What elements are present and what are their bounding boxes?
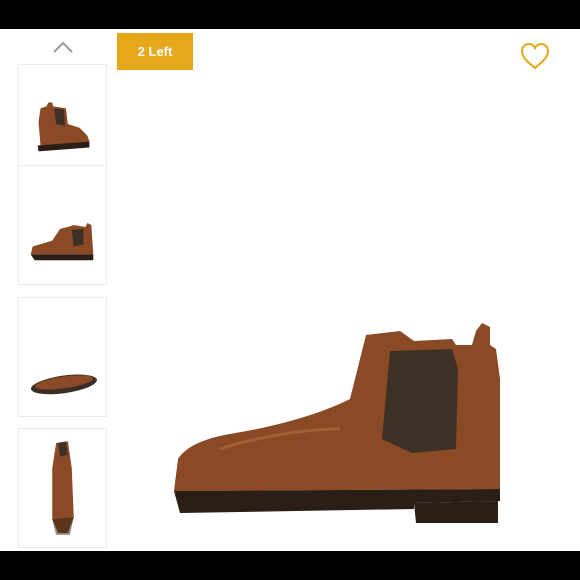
thumbnail-2[interactable]: [18, 165, 107, 285]
product-gallery: 2 Left: [0, 29, 580, 551]
thumbnail-4[interactable]: [18, 428, 107, 548]
boot-thumbnail-image: [30, 223, 94, 261]
thumbnail-3[interactable]: [18, 297, 107, 417]
bottom-black-bar: [0, 551, 580, 580]
stock-badge: 2 Left: [117, 33, 193, 70]
heart-outline-icon: [520, 42, 550, 70]
boot-thumbnail-image: [52, 441, 74, 535]
favorite-button[interactable]: [519, 41, 551, 71]
thumbnail-scroll-up-button[interactable]: [50, 37, 76, 57]
chevron-up-icon: [53, 41, 73, 53]
sole-thumbnail-image: [31, 374, 97, 395]
top-black-bar: [0, 0, 580, 29]
main-product-image: [174, 323, 500, 523]
